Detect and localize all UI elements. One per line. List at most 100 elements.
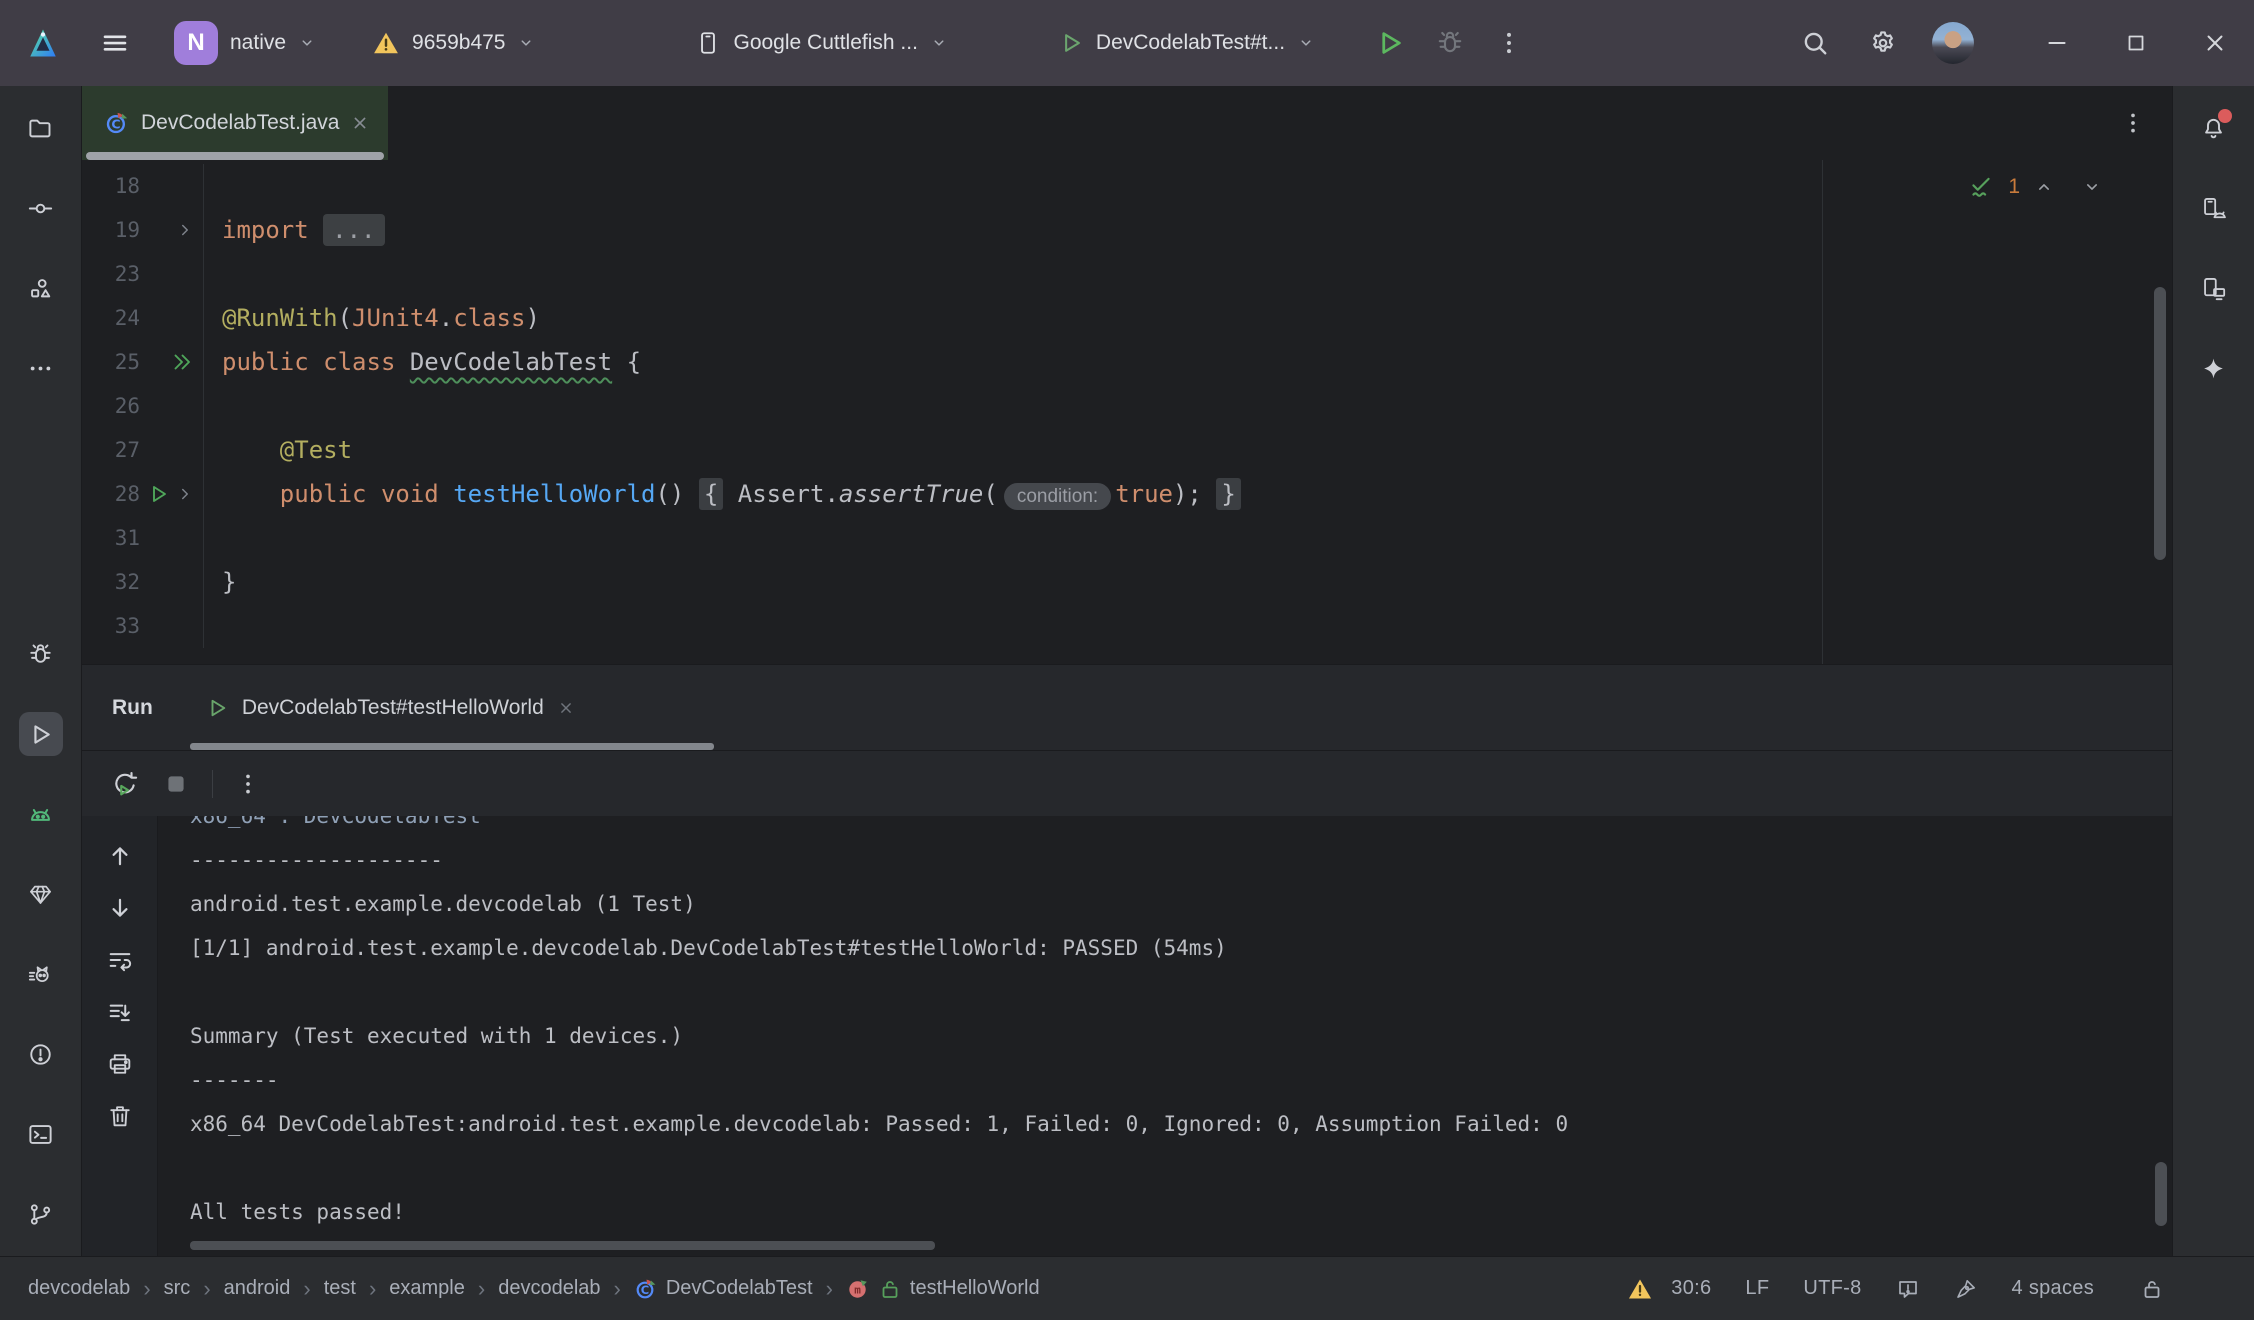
tab-options-icon[interactable]: [2120, 110, 2146, 136]
run-button[interactable]: [1375, 28, 1405, 58]
editor-scrollbar[interactable]: [2154, 287, 2166, 560]
more-h-icon: [27, 355, 54, 382]
console-lines: x86_64 : DevCodelabTest-----------------…: [190, 816, 2172, 1234]
inspection-count: 1: [2008, 175, 2020, 199]
run-tab[interactable]: DevCodelabTest#testHelloWorld: [205, 696, 575, 720]
file-writable-icon[interactable]: [2140, 1277, 2164, 1301]
file-encoding[interactable]: UTF-8: [1803, 1277, 1861, 1300]
inspection-widget[interactable]: 1: [1968, 174, 2102, 200]
sidebar-item-logcat[interactable]: [19, 792, 63, 836]
sidebar-item-run[interactable]: [19, 712, 63, 756]
code-line[interactable]: 31: [82, 516, 2172, 560]
device-selector[interactable]: Google Cuttlefish ...: [695, 30, 947, 56]
code-line[interactable]: 25public class DevCodelabTest {: [82, 340, 2172, 384]
highlighting-level-icon[interactable]: [1954, 1277, 1978, 1301]
line-separator[interactable]: LF: [1745, 1277, 1769, 1300]
rerun-button[interactable]: [110, 769, 140, 799]
stop-button[interactable]: [162, 770, 190, 798]
code-editor[interactable]: 1819import ...2324@RunWith(JUnit4.class)…: [82, 160, 2172, 664]
run-gutter-icon[interactable]: [147, 482, 171, 506]
breadcrumb-item[interactable]: example: [389, 1277, 465, 1300]
console-vscrollbar[interactable]: [2155, 1162, 2167, 1226]
sidebar-item-debug[interactable]: [19, 632, 63, 676]
more-actions-button[interactable]: [1495, 29, 1523, 57]
code-line[interactable]: 27 @Test: [82, 428, 2172, 472]
warnings-icon[interactable]: [1627, 1276, 1653, 1302]
code-line[interactable]: 18: [82, 164, 2172, 208]
close-button[interactable]: [2202, 30, 2228, 56]
fold-chevron-icon[interactable]: [176, 485, 194, 503]
caret-position[interactable]: 30:6: [1671, 1277, 1711, 1300]
project-avatar: N: [174, 21, 218, 65]
sidebar-item-commit[interactable]: [19, 186, 63, 230]
arrow-down-icon[interactable]: [106, 894, 134, 922]
main-menu-button[interactable]: [100, 28, 130, 58]
code-line[interactable]: 24@RunWith(JUnit4.class): [82, 296, 2172, 340]
breadcrumb-item[interactable]: devcodelab: [28, 1277, 130, 1300]
search-everywhere-button[interactable]: [1800, 28, 1830, 58]
sidebar-item-terminal[interactable]: [19, 1112, 63, 1156]
error-analysis-icon[interactable]: [2198, 1276, 2224, 1302]
softwrap-icon[interactable]: [106, 946, 134, 974]
code-line[interactable]: 26: [82, 384, 2172, 428]
indent-setting[interactable]: 4 spaces: [2012, 1277, 2094, 1300]
sidebar-item-version-control[interactable]: [19, 1192, 63, 1236]
code-line[interactable]: 19import ...: [82, 208, 2172, 252]
sidebar-item-running-devices[interactable]: [2192, 266, 2236, 310]
settings-button[interactable]: [1868, 28, 1898, 58]
console-more-options[interactable]: [235, 771, 261, 797]
arrow-up-icon[interactable]: [106, 842, 134, 870]
trash-icon[interactable]: [106, 1102, 134, 1130]
sidebar-item-app-quality-insights[interactable]: [19, 872, 63, 916]
warning-icon: [372, 29, 400, 57]
sidebar-item-structure[interactable]: [19, 266, 63, 310]
printer-icon[interactable]: [106, 1050, 134, 1078]
close-run-tab-icon[interactable]: [557, 699, 575, 717]
sidebar-item-problems[interactable]: [19, 1032, 63, 1076]
code-line[interactable]: 28 public void testHelloWorld() { Assert…: [82, 472, 2172, 516]
device-phone-icon: [695, 30, 721, 56]
close-tab-icon[interactable]: [350, 113, 370, 133]
breadcrumb: devcodelab›src›android›test›example›devc…: [28, 1276, 1040, 1302]
breadcrumb-item[interactable]: m testHelloWorld: [846, 1277, 1040, 1301]
console-hscrollbar[interactable]: [190, 1241, 935, 1250]
code-text: import ...: [204, 216, 385, 244]
project-selector[interactable]: N native: [174, 21, 316, 65]
console-output[interactable]: x86_64 : DevCodelabTest-----------------…: [158, 816, 2172, 1256]
user-avatar[interactable]: [1932, 22, 1974, 64]
code-line[interactable]: 23: [82, 252, 2172, 296]
notifications-bubble-icon[interactable]: [1896, 1277, 1920, 1301]
line-number: 27: [82, 438, 140, 462]
debug-button[interactable]: [1435, 28, 1465, 58]
method-icon: m: [846, 1277, 870, 1301]
breadcrumb-item[interactable]: src: [164, 1277, 191, 1300]
code-line[interactable]: 33: [82, 604, 2172, 648]
breadcrumb-item[interactable]: CDevCodelabTest: [634, 1277, 813, 1301]
sidebar-item-more-tools[interactable]: [19, 346, 63, 390]
run-configuration-selector[interactable]: DevCodelabTest#t...: [1058, 30, 1315, 56]
sidebar-item-gemini[interactable]: [2192, 346, 2236, 390]
sidebar-item-notifications[interactable]: [2192, 106, 2236, 150]
editor-tab[interactable]: C DevCodelabTest.java: [82, 86, 388, 160]
android-studio-window: N native 9659b475 Google Cuttlefish ... …: [0, 0, 2254, 1320]
breadcrumb-item[interactable]: devcodelab: [498, 1277, 600, 1300]
branch-name: 9659b475: [412, 31, 505, 55]
sidebar-item-device-manager[interactable]: [2192, 186, 2236, 230]
android-studio-logo: [26, 26, 60, 60]
sidebar-item-profiler[interactable]: [19, 952, 63, 996]
breadcrumb-item[interactable]: android: [224, 1277, 291, 1300]
sidebar-item-project[interactable]: [19, 106, 63, 150]
scrollend-icon[interactable]: [106, 998, 134, 1026]
prev-problem-icon[interactable]: [2034, 177, 2054, 197]
breadcrumb-item[interactable]: test: [324, 1277, 356, 1300]
branch-selector[interactable]: 9659b475: [372, 29, 535, 57]
breadcrumb-label: testHelloWorld: [910, 1277, 1040, 1300]
minimize-button[interactable]: [2044, 30, 2070, 56]
run-gutter-icon[interactable]: [170, 350, 194, 374]
fold-chevron-icon[interactable]: [176, 221, 194, 239]
maximize-button[interactable]: [2124, 31, 2148, 55]
title-bar: N native 9659b475 Google Cuttlefish ... …: [0, 0, 2254, 86]
next-problem-icon[interactable]: [2082, 177, 2102, 197]
code-line[interactable]: 32}: [82, 560, 2172, 604]
breadcrumb-label: DevCodelabTest: [666, 1277, 813, 1300]
